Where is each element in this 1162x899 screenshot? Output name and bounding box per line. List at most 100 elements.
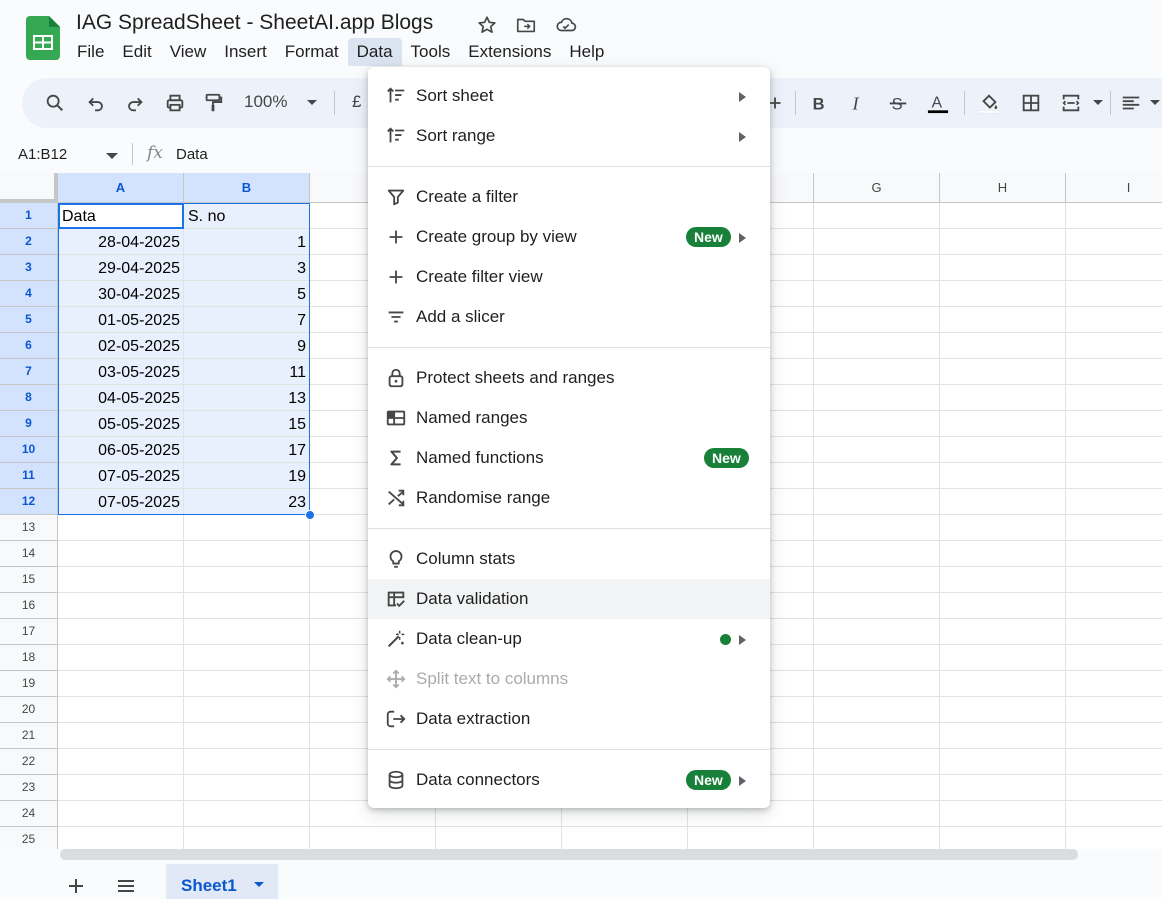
menu-help[interactable]: Help [560,38,613,66]
menu-item-data-validation[interactable]: Data validation [368,579,770,619]
row-header-22[interactable]: 22 [0,749,58,775]
menu-tools[interactable]: Tools [402,38,460,66]
filter-icon [387,189,405,206]
row-header-9[interactable]: 9 [0,411,58,437]
move-folder-icon[interactable] [515,14,537,36]
menu-edit[interactable]: Edit [113,38,160,66]
merge-cells-icon[interactable] [1058,90,1084,116]
menu-item-create-filter[interactable]: Create a filter [368,177,770,217]
menu-item-data-clean-up[interactable]: Data clean-up [368,619,770,659]
text-color-icon[interactable]: A [925,90,951,116]
row-header-25[interactable]: 25 [0,827,58,849]
star-icon[interactable] [476,14,498,36]
menu-extensions[interactable]: Extensions [459,38,560,66]
new-badge: New [704,448,749,468]
fill-color-icon[interactable] [976,90,1002,116]
row-header-20[interactable]: 20 [0,697,58,723]
row-header-23[interactable]: 23 [0,775,58,801]
row-header-4[interactable]: 4 [0,281,58,307]
menu-insert[interactable]: Insert [215,38,276,66]
add-sheet-icon[interactable] [64,874,88,898]
redo-icon[interactable] [122,90,148,116]
row-header-2[interactable]: 2 [0,229,58,255]
menu-item-column-stats[interactable]: Column stats [368,539,770,579]
row-header-10[interactable]: 10 [0,437,58,463]
menu-item-protect-sheets[interactable]: Protect sheets and ranges [368,358,770,398]
chevron-down-icon[interactable] [1092,99,1104,107]
row-header-6[interactable]: 6 [0,333,58,359]
row-header-16[interactable]: 16 [0,593,58,619]
sheet-tab-label[interactable]: Sheet1 [181,876,237,896]
menu-item-sort-sheet[interactable]: Sort sheet [368,76,770,116]
row-header-18[interactable]: 18 [0,645,58,671]
menu-item-named-functions[interactable]: Named functions New [368,438,770,478]
column-header-g[interactable]: G [814,173,940,203]
sheets-logo-icon[interactable] [26,16,60,60]
menu-view[interactable]: View [161,38,216,66]
sort-icon [387,127,405,143]
row-header-7[interactable]: 7 [0,359,58,385]
row-header-19[interactable]: 19 [0,671,58,697]
row-header-5[interactable]: 5 [0,307,58,333]
chevron-down-icon[interactable] [252,880,266,890]
row-header-21[interactable]: 21 [0,723,58,749]
fill-handle[interactable] [305,510,315,520]
split-icon [386,669,406,689]
align-icon[interactable] [1118,90,1144,116]
horizontal-scrollbar[interactable] [60,849,1078,860]
row-header-3[interactable]: 3 [0,255,58,281]
row-header-8[interactable]: 8 [0,385,58,411]
row-header-14[interactable]: 14 [0,541,58,567]
zoom-select[interactable]: 100% [244,92,287,112]
all-sheets-menu-icon[interactable] [114,874,138,898]
svg-text:A: A [932,95,943,112]
row-header-13[interactable]: 13 [0,515,58,541]
plus-icon [389,230,403,244]
select-all-corner[interactable] [0,173,58,203]
name-box[interactable]: A1:B12 [18,146,67,163]
search-icon[interactable] [42,90,68,116]
menu-item-split-text: Split text to columns [368,659,770,699]
sheets-app: IAG SpreadSheet - SheetAI.app Blogs File… [0,0,1162,899]
paint-format-icon[interactable] [200,90,226,116]
row-header-17[interactable]: 17 [0,619,58,645]
print-icon[interactable] [162,90,188,116]
undo-icon[interactable] [83,90,109,116]
menu-item-named-ranges[interactable]: Named ranges [368,398,770,438]
document-title[interactable]: IAG SpreadSheet - SheetAI.app Blogs [76,11,433,35]
menu-data[interactable]: Data [347,38,402,66]
menu-format[interactable]: Format [276,38,348,66]
cloud-saved-icon[interactable] [555,14,577,36]
menu-divider [368,749,770,750]
strikethrough-icon[interactable]: S [885,90,911,116]
menu-item-create-group-by-view[interactable]: Create group by view New [368,217,770,257]
menu-item-create-filter-view[interactable]: Create filter view [368,257,770,297]
new-badge: New [686,227,731,247]
menu-item-sort-range[interactable]: Sort range [368,116,770,156]
chevron-down-icon[interactable] [104,150,120,162]
column-header-i[interactable]: I [1066,173,1162,203]
italic-icon[interactable]: I [845,90,871,116]
row-header-15[interactable]: 15 [0,567,58,593]
menu-item-add-slicer[interactable]: Add a slicer [368,297,770,337]
formula-input[interactable]: Data [176,146,208,163]
currency-button[interactable]: £ [352,92,361,112]
row-header-1[interactable]: 1 [0,203,58,229]
formula-bar-divider [132,143,133,165]
menu-item-randomise-range[interactable]: Randomise range [368,478,770,518]
chevron-down-icon[interactable] [1149,99,1161,107]
row-header-24[interactable]: 24 [0,801,58,827]
menu-item-data-connectors[interactable]: Data connectors New [368,760,770,800]
menu-item-data-extraction[interactable]: Data extraction [368,699,770,739]
submenu-arrow-icon [739,132,746,142]
menu-file[interactable]: File [68,38,113,66]
extract-icon [386,710,406,728]
column-header-b[interactable]: B [184,173,310,203]
column-header-h[interactable]: H [940,173,1066,203]
row-header-12[interactable]: 12 [0,489,58,515]
borders-icon[interactable] [1018,90,1044,116]
bold-icon[interactable]: B [806,90,832,116]
chevron-down-icon[interactable] [306,99,318,107]
column-header-a[interactable]: A [58,173,184,203]
row-header-11[interactable]: 11 [0,463,58,489]
